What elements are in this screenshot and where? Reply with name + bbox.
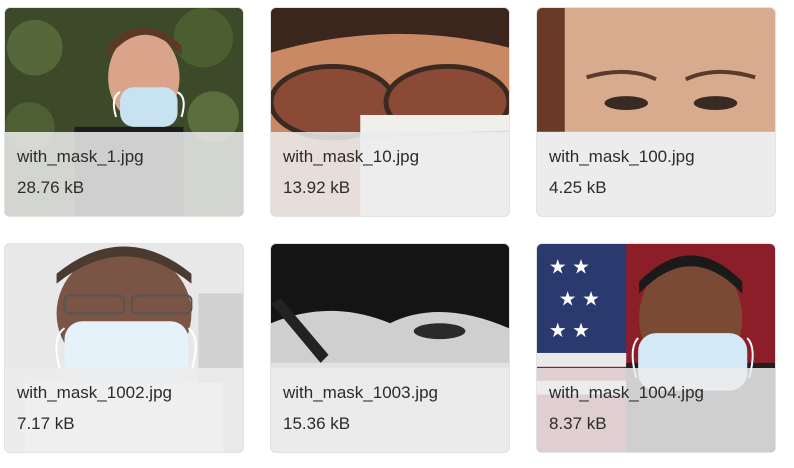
- image-file-size: 15.36 kB: [283, 414, 351, 433]
- image-caption: with_mask_10.jpg 13.92 kB: [271, 132, 509, 216]
- image-card-with-mask-1[interactable]: with_mask_1.jpg 28.76 kB: [4, 7, 244, 217]
- image-file-size: 8.37 kB: [549, 414, 607, 433]
- image-caption: with_mask_1004.jpg 8.37 kB: [537, 368, 775, 452]
- image-caption: with_mask_100.jpg 4.25 kB: [537, 132, 775, 216]
- image-card-with-mask-1002[interactable]: with_mask_1002.jpg 7.17 kB: [4, 243, 244, 453]
- image-caption: with_mask_1002.jpg 7.17 kB: [5, 368, 243, 452]
- image-file-size: 7.17 kB: [17, 414, 75, 433]
- image-file-size: 13.92 kB: [283, 178, 351, 197]
- image-caption: with_mask_1.jpg 28.76 kB: [5, 132, 243, 216]
- image-filename: with_mask_1003.jpg: [283, 383, 438, 402]
- image-file-size: 4.25 kB: [549, 178, 607, 197]
- image-filename: with_mask_1004.jpg: [549, 383, 704, 402]
- image-filename: with_mask_1.jpg: [17, 147, 144, 166]
- image-file-size: 28.76 kB: [17, 178, 85, 197]
- image-card-with-mask-10[interactable]: with_mask_10.jpg 13.92 kB: [270, 7, 510, 217]
- svg-text:★ ★: ★ ★: [549, 257, 590, 279]
- image-caption: with_mask_1003.jpg 15.36 kB: [271, 368, 509, 452]
- image-filename: with_mask_1002.jpg: [17, 383, 172, 402]
- image-card-with-mask-100[interactable]: with_mask_100.jpg 4.25 kB: [536, 7, 776, 217]
- image-filename: with_mask_100.jpg: [549, 147, 695, 166]
- svg-text:★ ★: ★ ★: [559, 288, 600, 310]
- image-filename: with_mask_10.jpg: [283, 147, 420, 166]
- image-card-with-mask-1003[interactable]: with_mask_1003.jpg 15.36 kB: [270, 243, 510, 453]
- svg-text:★ ★: ★ ★: [549, 320, 590, 342]
- image-card-with-mask-1004[interactable]: ★ ★ ★ ★ ★ ★ with_mask_1004.jpg 8.37 kB: [536, 243, 776, 453]
- image-gallery: with_mask_1.jpg 28.76 kB with_mask_10.jp…: [0, 0, 794, 468]
